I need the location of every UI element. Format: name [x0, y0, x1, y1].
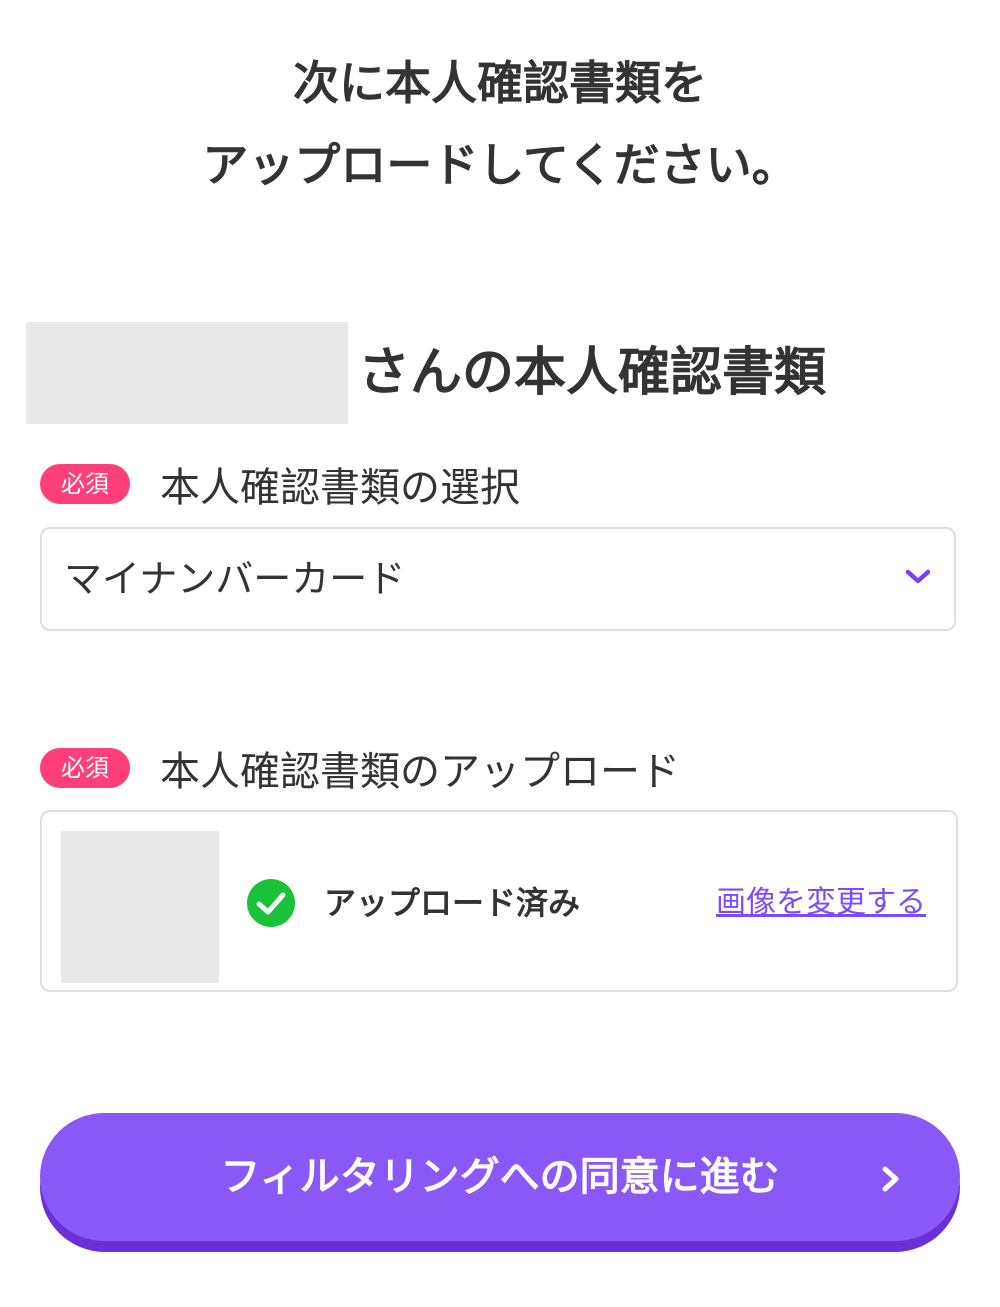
document-upload-label: 必須 本人確認書類のアップロード — [40, 740, 680, 796]
redacted-name-block — [26, 322, 348, 424]
chevron-down-icon — [905, 569, 931, 584]
proceed-button-label: フィルタリングへの同意に進む — [220, 1155, 780, 1199]
page-heading-line-1: 次に本人確認書類を — [293, 56, 707, 110]
document-type-select[interactable]: マイナンバーカード — [40, 527, 956, 631]
document-select-label: 必須 本人確認書類の選択 — [40, 456, 520, 512]
chevron-right-icon — [882, 1166, 899, 1192]
proceed-to-filtering-consent-button[interactable]: フィルタリングへの同意に進む — [40, 1113, 960, 1241]
upload-status: アップロード済み — [324, 884, 581, 922]
page-heading-line-2: アップロードしてください。 — [202, 138, 798, 192]
uploaded-image-thumbnail — [61, 831, 219, 983]
owner-section: さんの本人確認書類 — [26, 322, 986, 424]
required-badge: 必須 — [40, 748, 130, 788]
change-image-link[interactable]: 画像を変更する — [716, 876, 926, 930]
document-upload-box: アップロード済み 画像を変更する — [40, 810, 958, 992]
document-upload-label-text: 本人確認書類のアップロード — [160, 749, 680, 795]
owner-document-title: さんの本人確認書類 — [358, 343, 827, 403]
document-type-selected-value: マイナンバーカード — [64, 557, 406, 601]
document-select-label-text: 本人確認書類の選択 — [160, 465, 520, 511]
page-heading: 次に本人確認書類を アップロードしてください。 — [0, 42, 1000, 206]
required-badge: 必須 — [40, 464, 130, 504]
check-circle-icon — [247, 879, 295, 927]
